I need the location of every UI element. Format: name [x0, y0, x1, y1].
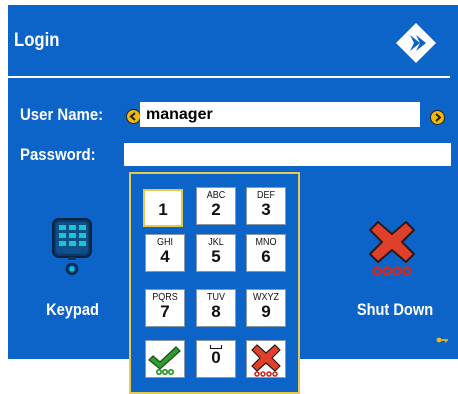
key-6[interactable]: MNO 6: [246, 234, 286, 272]
cancel-button[interactable]: [246, 340, 286, 378]
shutdown-label: Shut Down: [356, 300, 434, 319]
page-title: Login: [14, 30, 60, 51]
checkmark-icon: [148, 346, 181, 376]
password-label: Password:: [20, 145, 96, 164]
username-label: User Name:: [20, 105, 104, 124]
keypad-popup: 1 ABC 2 DEF 3 GHI 4 JKL 5 MNO 6 PQRS 7 T…: [129, 172, 300, 394]
password-field[interactable]: [124, 143, 451, 166]
key-5[interactable]: JKL 5: [196, 234, 236, 272]
prev-user-arrow-icon[interactable]: [126, 109, 141, 124]
key-icon: [436, 337, 448, 343]
next-user-arrow-icon[interactable]: [430, 110, 445, 125]
title-divider: [8, 76, 450, 78]
key-9[interactable]: WXYZ 9: [246, 289, 286, 327]
keypad-icon[interactable]: [50, 218, 94, 278]
key-0[interactable]: 0: [196, 340, 236, 378]
shutdown-icon[interactable]: [368, 220, 416, 278]
key-1[interactable]: 1: [143, 189, 183, 227]
key-3[interactable]: DEF 3: [246, 187, 286, 225]
logo-icon: [396, 23, 436, 63]
key-2[interactable]: ABC 2: [196, 187, 236, 225]
key-4[interactable]: GHI 4: [145, 234, 185, 272]
username-field[interactable]: manager: [140, 102, 420, 127]
confirm-button[interactable]: [145, 340, 185, 378]
key-8[interactable]: TUV 8: [196, 289, 236, 327]
cancel-x-icon: [251, 344, 281, 377]
key-7[interactable]: PQRS 7: [145, 289, 185, 327]
keypad-label: Keypad: [46, 300, 99, 319]
